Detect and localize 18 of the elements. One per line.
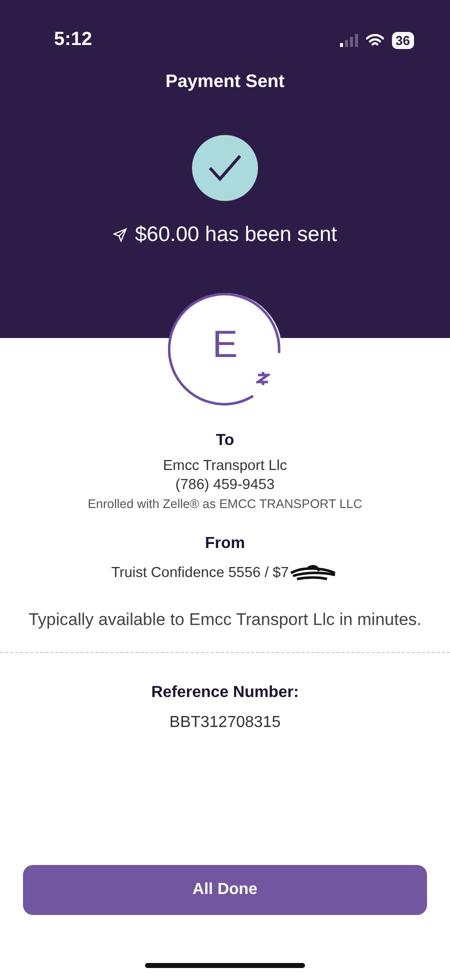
reference-label: Reference Number:: [150, 683, 300, 704]
signal-icon: [340, 34, 358, 46]
recipient-name: Emcc Transport Llc: [162, 457, 288, 476]
recipient-phone: (786) 459-9453: [175, 476, 275, 495]
sent-message: $60.00 has been sent: [134, 222, 337, 248]
wifi-icon: [366, 34, 384, 46]
status-time: 5:12: [54, 28, 92, 52]
zelle-logo-icon: [256, 369, 270, 387]
battery-level: 36: [392, 32, 414, 48]
availability-note: Typically available to Emcc Transport Llc in minutes.: [27, 608, 423, 631]
paper-plane-icon: [112, 228, 127, 242]
from-heading: From: [204, 534, 246, 554]
all-done-button[interactable]: All Done: [23, 865, 427, 916]
sender-account: Truist Confidence 5556 / $7: [111, 564, 289, 583]
enrollment-note: Enrolled with Zelle® as EMCC TRANSPORT LLC: [88, 496, 362, 513]
page-title: Payment Sent: [164, 70, 286, 93]
to-heading: To: [214, 431, 236, 451]
reference-number: BBT312708315: [168, 713, 282, 734]
